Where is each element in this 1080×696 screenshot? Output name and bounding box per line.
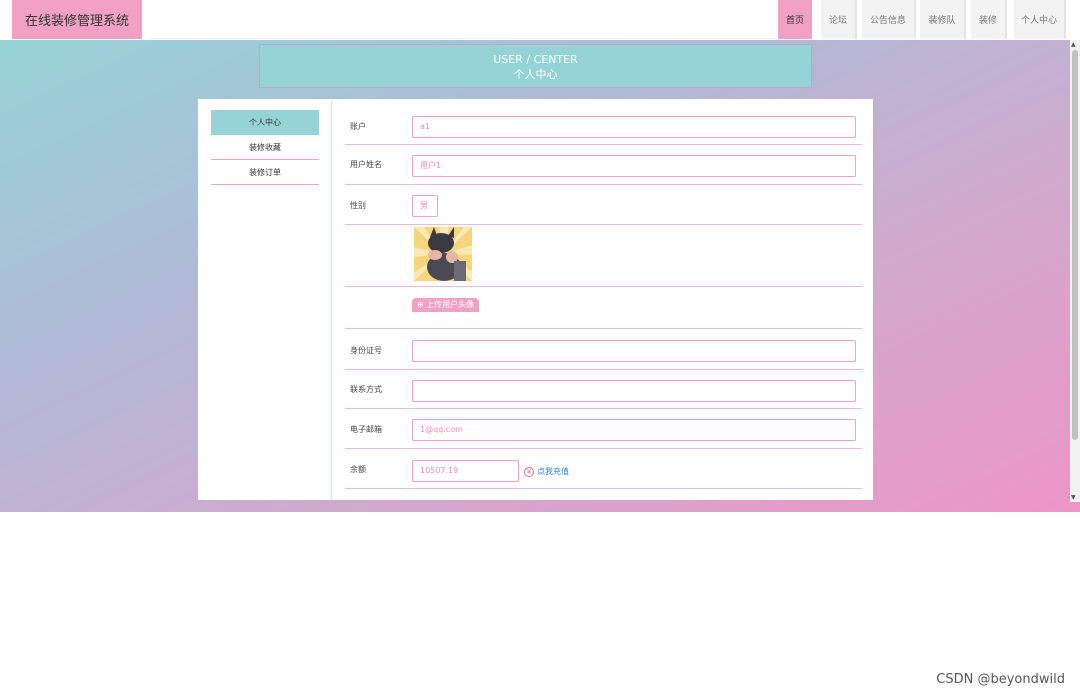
page-header-en: USER / CENTER <box>493 53 578 66</box>
balance-input: 10507.19 <box>412 460 519 482</box>
nav-user-center[interactable]: 个人中心 <box>1014 0 1066 39</box>
sidebar-divider <box>331 99 332 500</box>
sidebar-item-orders[interactable]: 装修订单 <box>211 160 319 185</box>
nav-renovation-team[interactable]: 装修队 <box>920 0 966 39</box>
idcard-label: 身份证号 <box>350 346 382 355</box>
sidebar-item-favorites[interactable]: 装修收藏 <box>211 135 319 160</box>
app-title: 在线装修管理系统 <box>12 0 142 39</box>
scroll-up-icon[interactable]: ▲ <box>1071 41 1076 48</box>
form-row-phone: 联系方式 <box>345 370 862 409</box>
page-scrollbar[interactable]: ▲ ▼ <box>1070 40 1080 502</box>
nav-announcements[interactable]: 公告信息 <box>862 0 916 39</box>
form-row-balance: 余额 10507.19 <box>345 449 862 489</box>
email-label: 电子邮箱 <box>350 425 382 434</box>
top-navbar: 在线装修管理系统 首页 论坛 公告信息 装修队 装修 个人中心 <box>0 0 1080 40</box>
form-row-email: 电子邮箱 1@qq.com <box>345 409 862 449</box>
form-row-gender: 性别 男 <box>345 185 862 225</box>
gender-select[interactable]: 男 <box>412 195 438 217</box>
page-header: USER / CENTER 个人中心 <box>259 44 812 88</box>
email-input[interactable]: 1@qq.com <box>412 419 856 441</box>
form-row-idcard: 身份证号 <box>345 329 862 370</box>
upload-icon: ⊕ <box>416 300 424 309</box>
gender-label: 性别 <box>350 201 366 210</box>
phone-input[interactable] <box>412 380 856 402</box>
recharge-icon: ¥ <box>524 466 534 477</box>
page-header-zh: 个人中心 <box>513 68 558 81</box>
nav-forum[interactable]: 论坛 <box>821 0 857 39</box>
phone-label: 联系方式 <box>350 385 382 394</box>
user-center-panel: 个人中心 装修收藏 装修订单 账户 a1 用户姓名 用户1 性别 男 ⊕ 上传用… <box>198 99 873 500</box>
username-input[interactable]: 用户1 <box>412 155 856 177</box>
user-avatar-image[interactable] <box>414 227 472 281</box>
watermark: CSDN @beyondwild <box>936 672 1065 687</box>
form-row-account: 账户 a1 <box>345 110 862 145</box>
navbar-spacer <box>150 0 776 39</box>
scroll-thumb[interactable] <box>1072 50 1078 440</box>
balance-label: 余额 <box>350 465 366 474</box>
nav-renovation[interactable]: 装修 <box>971 0 1007 39</box>
sidebar-item-user-center[interactable]: 个人中心 <box>211 110 319 135</box>
recharge-label: 点我充值 <box>537 467 569 476</box>
account-input[interactable]: a1 <box>412 116 856 138</box>
idcard-input[interactable] <box>412 340 856 362</box>
form-row-username: 用户姓名 用户1 <box>345 145 862 185</box>
upload-avatar-button[interactable]: ⊕ 上传用户头像 <box>412 298 479 312</box>
account-label: 账户 <box>350 122 366 131</box>
nav-home[interactable]: 首页 <box>778 0 812 39</box>
upload-avatar-label: 上传用户头像 <box>426 300 475 309</box>
scroll-down-icon[interactable]: ▼ <box>1071 494 1076 501</box>
recharge-link[interactable]: ¥ 点我充值 <box>524 466 569 477</box>
username-label: 用户姓名 <box>350 160 382 169</box>
sidebar: 个人中心 装修收藏 装修订单 <box>211 110 319 185</box>
